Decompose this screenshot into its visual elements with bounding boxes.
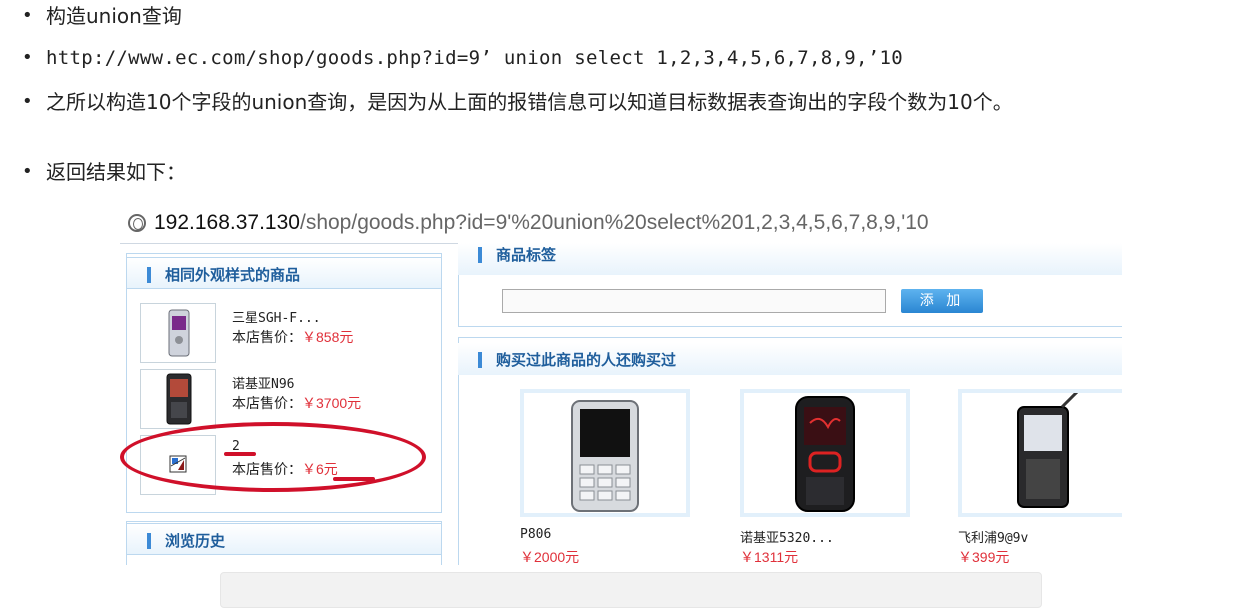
- bullet-dot: •: [22, 5, 33, 26]
- phone-image: [168, 309, 190, 357]
- phone-image: [795, 396, 855, 512]
- panel-title: 商品标签: [496, 246, 557, 264]
- history-header: 浏览历史: [126, 523, 442, 555]
- add-tag-button[interactable]: 添 加: [901, 289, 983, 313]
- similar-products-header: 相同外观样式的商品: [126, 257, 442, 289]
- price-label: 本店售价：: [232, 396, 302, 412]
- product-name[interactable]: 诺基亚N96: [232, 373, 294, 392]
- url-text[interactable]: 192.168.37.130/shop/goods.php?id=9'%20un…: [154, 211, 929, 235]
- tags-header: 商品标签: [458, 243, 1122, 275]
- red-underline-mark: [333, 477, 375, 481]
- product-image[interactable]: [520, 389, 690, 517]
- product-image[interactable]: [958, 389, 1122, 517]
- product-price: ￥399元: [958, 549, 1010, 565]
- bullet-text: http://www.ec.com/shop/goods.php?id=9’ u…: [46, 47, 903, 69]
- url-path: /shop/goods.php?id=9'%20union%20select%2…: [299, 211, 929, 234]
- product-name[interactable]: 飞利浦9@9v: [958, 527, 1028, 546]
- address-bar[interactable]: 192.168.37.130/shop/goods.php?id=9'%20un…: [120, 205, 1122, 244]
- header-accent: [478, 352, 482, 368]
- product-name[interactable]: 诺基亚5320...: [740, 527, 834, 546]
- price-value: ￥3700元: [302, 395, 362, 411]
- bullet-dot: •: [22, 47, 33, 68]
- header-accent: [147, 267, 151, 283]
- product-name[interactable]: P806: [520, 527, 551, 542]
- price-value: ￥858元: [302, 329, 354, 345]
- product-price: 本店售价：￥3700元: [232, 393, 361, 413]
- phone-image: [1017, 389, 1080, 508]
- product-thumbnail[interactable]: [140, 303, 216, 363]
- product-image[interactable]: [740, 389, 910, 517]
- phone-image: [166, 373, 192, 425]
- panel-title: 购买过此商品的人还购买过: [496, 351, 677, 369]
- product-price: 本店售价：￥858元: [232, 327, 353, 347]
- red-underline-mark: [224, 452, 256, 456]
- product-price: ￥2000元: [520, 549, 580, 565]
- bullet-text: 构造union查询: [46, 4, 182, 28]
- price-label: 本店售价：: [232, 330, 302, 346]
- globe-icon: [128, 214, 146, 232]
- bullet-text: 之所以构造10个字段的union查询，是因为从上面的报错信息可以知道目标数据表查…: [46, 90, 1013, 114]
- product-price: ￥1311元: [740, 549, 799, 565]
- embedded-screenshot: 192.168.37.130/shop/goods.php?id=9'%20un…: [120, 205, 1122, 565]
- bullet-text: 返回结果如下：: [46, 160, 186, 184]
- url-host: 192.168.37.130: [154, 211, 300, 234]
- header-accent: [147, 533, 151, 549]
- bottom-toolbar: [220, 572, 1042, 608]
- product-name[interactable]: 三星SGH-F...: [232, 307, 321, 326]
- panel-title: 相同外观样式的商品: [165, 266, 301, 284]
- panel-title: 浏览历史: [165, 532, 226, 550]
- header-accent: [478, 247, 482, 263]
- tag-input[interactable]: [502, 289, 886, 313]
- phone-image: [571, 400, 639, 512]
- also-bought-header: 购买过此商品的人还购买过: [458, 343, 1122, 375]
- red-annotation-ellipse: [120, 422, 426, 492]
- product-thumbnail[interactable]: [140, 369, 216, 429]
- bullet-dot: •: [22, 161, 33, 182]
- bullet-dot: •: [22, 91, 33, 112]
